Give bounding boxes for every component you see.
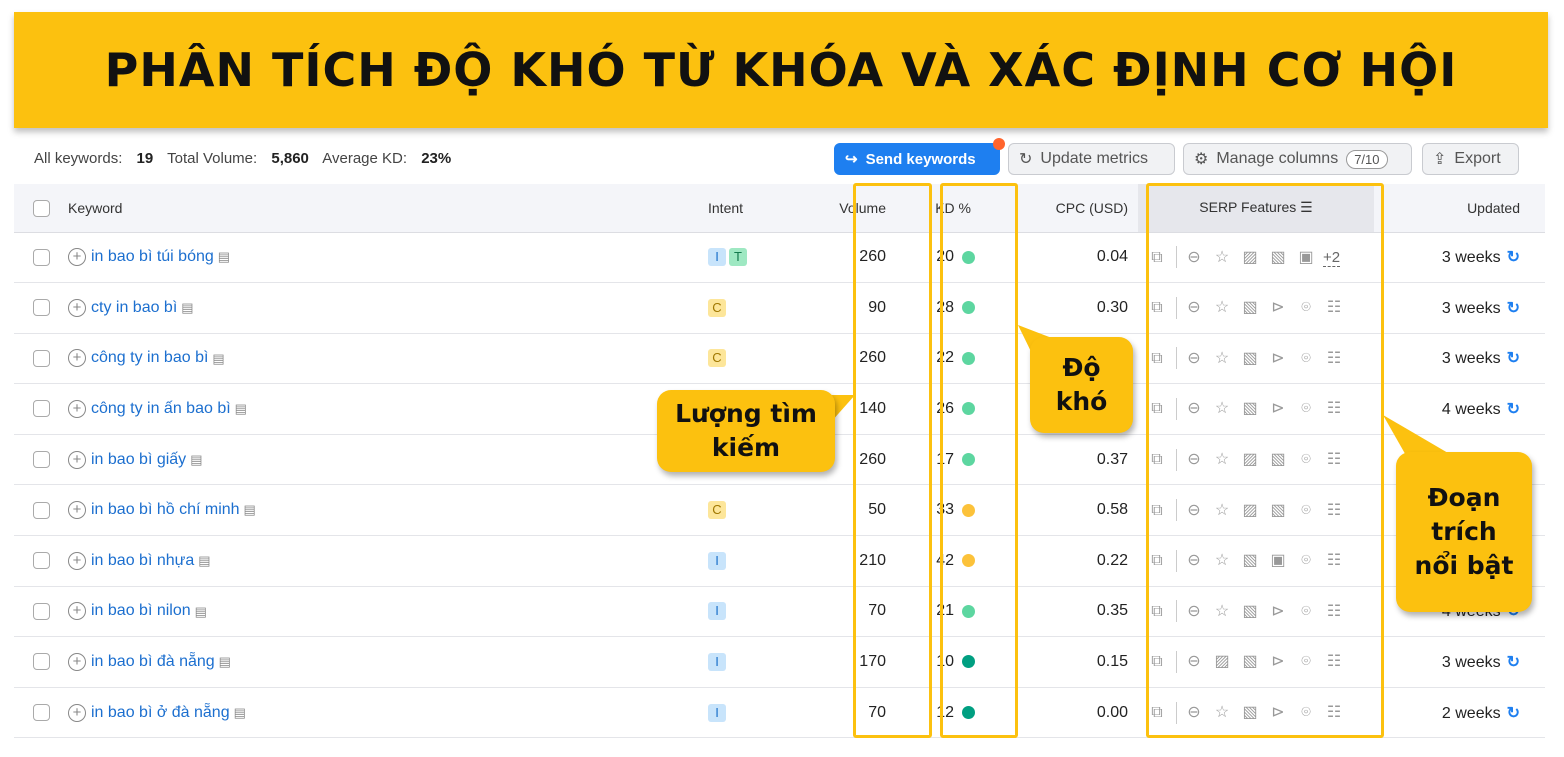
callout-volume: Lượng tìm kiếm bbox=[657, 390, 835, 472]
callout-pointers bbox=[790, 325, 1460, 480]
callout-serp: Đoạn trích nổi bật bbox=[1396, 452, 1532, 612]
callout-kd: Độ khó bbox=[1030, 337, 1133, 433]
